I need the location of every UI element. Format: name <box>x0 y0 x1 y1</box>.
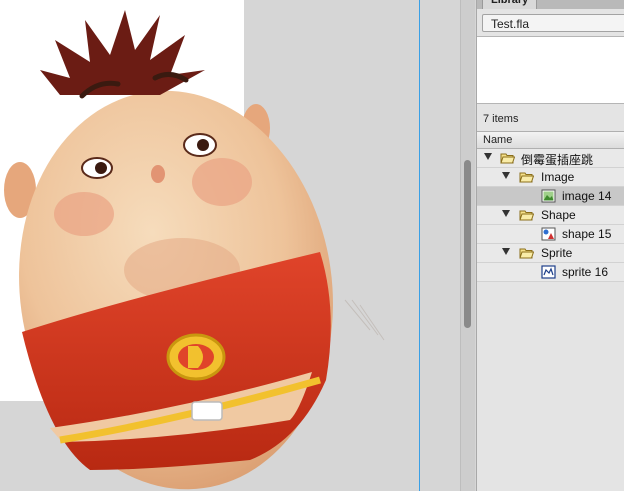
expand-triangle-icon[interactable] <box>502 210 510 217</box>
library-item-sprite-folder[interactable]: Sprite <box>477 244 624 263</box>
column-header-name[interactable]: Name <box>477 131 624 149</box>
open-folder-icon <box>500 153 515 164</box>
stage-area[interactable] <box>0 0 460 491</box>
expand-triangle-icon[interactable] <box>502 172 510 179</box>
open-folder-icon <box>519 210 534 221</box>
library-item-label: sprite 16 <box>562 265 609 279</box>
library-item-label: Image <box>541 170 575 184</box>
document-selector-label: Test.fla <box>491 17 530 31</box>
expand-triangle-icon[interactable] <box>484 153 492 160</box>
panel-tab-bar: Library <box>477 0 624 9</box>
library-item-label: 倒霉蛋插座跳 <box>521 153 594 167</box>
library-item-label: image 14 <box>562 189 612 203</box>
scrollbar-thumb[interactable] <box>464 160 471 328</box>
library-tree: 倒霉蛋插座跳 Image image 14 Shape shape 15 Spr… <box>477 149 624 282</box>
tab-library[interactable]: Library <box>482 0 538 9</box>
open-folder-icon <box>519 248 534 259</box>
library-item-label: Sprite <box>541 246 573 260</box>
movieclip-symbol-icon <box>541 265 556 279</box>
open-folder-icon <box>519 172 534 183</box>
library-item-shape-folder[interactable]: Shape <box>477 206 624 225</box>
bitmap-icon <box>541 189 556 203</box>
library-item-image-14[interactable]: image 14 <box>477 187 624 206</box>
library-preview-pane <box>477 36 624 104</box>
library-item-count: 7 items <box>483 113 519 125</box>
graphic-symbol-icon <box>541 227 556 241</box>
library-item-sprite-16[interactable]: sprite 16 <box>477 263 624 282</box>
egg-character-artwork[interactable] <box>0 0 460 491</box>
library-item-root-folder[interactable]: 倒霉蛋插座跳 <box>477 149 624 168</box>
library-item-shape-15[interactable]: shape 15 <box>477 225 624 244</box>
stage-boundary-guide <box>419 0 420 491</box>
document-selector[interactable]: Test.fla <box>482 14 624 32</box>
expand-triangle-icon[interactable] <box>502 248 510 255</box>
column-header-label: Name <box>483 134 513 146</box>
library-item-label: Shape <box>541 208 576 222</box>
library-item-label: shape 15 <box>562 227 612 241</box>
library-panel: Library Test.fla 7 items Name 倒霉蛋插座跳 Ima… <box>476 0 624 491</box>
library-item-image-folder[interactable]: Image <box>477 168 624 187</box>
library-list-empty-area[interactable] <box>477 282 624 491</box>
